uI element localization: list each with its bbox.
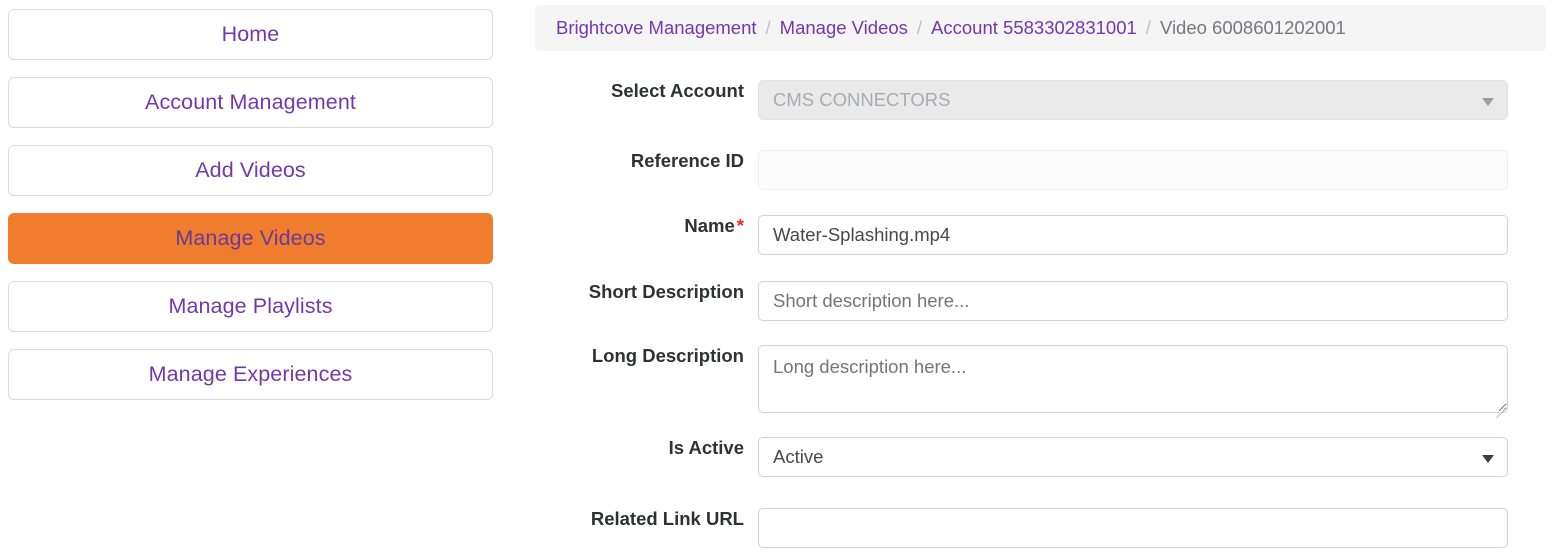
short-description-control <box>758 281 1508 321</box>
sidebar-item-account-management[interactable]: Account Management <box>8 77 493 128</box>
long-description-label: Long Description <box>535 345 758 367</box>
related-link-url-label: Related Link URL <box>535 508 758 530</box>
sidebar-item-label: Account Management <box>145 90 356 115</box>
breadcrumb-item-video-current: Video 6008601202001 <box>1160 17 1346 39</box>
sidebar-item-manage-videos[interactable]: Manage Videos <box>8 213 493 264</box>
name-label-text: Name <box>684 215 734 236</box>
breadcrumb-separator: / <box>766 17 771 39</box>
select-account-dropdown[interactable]: CMS CONNECTORS <box>758 80 1508 120</box>
sidebar-item-manage-experiences[interactable]: Manage Experiences <box>8 349 493 400</box>
related-link-url-control <box>758 508 1508 548</box>
sidebar-item-label: Manage Videos <box>175 226 325 251</box>
sidebar-item-label: Add Videos <box>195 158 306 183</box>
form-row-long-description: Long Description <box>535 345 1546 413</box>
required-marker: * <box>737 215 744 236</box>
main-content: Brightcove Management / Manage Videos / … <box>535 0 1555 555</box>
breadcrumb: Brightcove Management / Manage Videos / … <box>535 5 1546 51</box>
form-row-short-description: Short Description <box>535 281 1546 321</box>
long-description-control <box>758 345 1508 413</box>
form-row-select-account: Select Account CMS CONNECTORS <box>535 80 1546 120</box>
form-row-related-link-url: Related Link URL <box>535 508 1546 548</box>
sidebar-item-label: Home <box>222 22 280 47</box>
form-row-name: Name* <box>535 215 1546 255</box>
breadcrumb-separator: / <box>917 17 922 39</box>
select-account-label: Select Account <box>535 80 758 102</box>
long-description-textarea[interactable] <box>758 345 1508 413</box>
short-description-input[interactable] <box>758 281 1508 321</box>
reference-id-input[interactable] <box>758 150 1508 190</box>
breadcrumb-separator: / <box>1146 17 1151 39</box>
name-label: Name* <box>535 215 758 237</box>
breadcrumb-item-account[interactable]: Account 5583302831001 <box>931 17 1137 39</box>
related-link-url-input[interactable] <box>758 508 1508 548</box>
sidebar-item-add-videos[interactable]: Add Videos <box>8 145 493 196</box>
sidebar-item-label: Manage Experiences <box>149 362 353 387</box>
breadcrumb-item-manage-videos[interactable]: Manage Videos <box>780 17 908 39</box>
name-input[interactable] <box>758 215 1508 255</box>
form-row-is-active: Is Active Active <box>535 437 1546 477</box>
sidebar-item-home[interactable]: Home <box>8 9 493 60</box>
sidebar-item-manage-playlists[interactable]: Manage Playlists <box>8 281 493 332</box>
reference-id-label: Reference ID <box>535 150 758 172</box>
short-description-label: Short Description <box>535 281 758 303</box>
sidebar-navigation: Home Account Management Add Videos Manag… <box>8 9 493 417</box>
is-active-dropdown[interactable]: Active <box>758 437 1508 477</box>
breadcrumb-item-brightcove-management[interactable]: Brightcove Management <box>556 17 757 39</box>
is-active-label: Is Active <box>535 437 758 459</box>
name-control <box>758 215 1508 255</box>
reference-id-control <box>758 150 1508 190</box>
select-account-control: CMS CONNECTORS <box>758 80 1508 120</box>
is-active-control: Active <box>758 437 1508 477</box>
sidebar-item-label: Manage Playlists <box>168 294 332 319</box>
app-root: Home Account Management Add Videos Manag… <box>0 0 1555 555</box>
form-row-reference-id: Reference ID <box>535 150 1546 190</box>
